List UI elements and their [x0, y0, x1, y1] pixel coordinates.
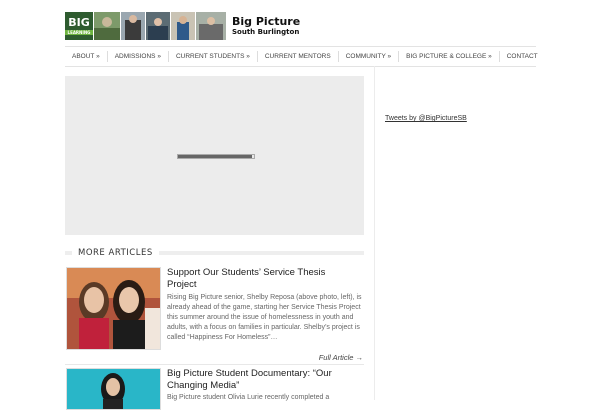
- article-thumbnail[interactable]: [66, 368, 161, 410]
- slider-loading-fill: [178, 155, 252, 158]
- header-photo-strip: [93, 12, 226, 40]
- featured-slider[interactable]: [65, 76, 364, 235]
- article-photo: [67, 268, 160, 349]
- article-photo: [67, 369, 160, 409]
- nav-item-big-picture-college[interactable]: BIG PICTURE & COLLEGE »: [399, 51, 500, 62]
- slider-loading-bar: [177, 154, 255, 159]
- logo-sub: LEARNING: [65, 30, 93, 35]
- site-header: BIG LEARNING Big Picture South Burlingto…: [65, 12, 300, 40]
- nav-item-admissions[interactable]: ADMISSIONS »: [108, 51, 169, 62]
- big-logo[interactable]: BIG LEARNING: [65, 12, 93, 40]
- article-excerpt: Big Picture student Olivia Lurie recentl…: [167, 394, 330, 401]
- site-title: Big Picture: [232, 15, 301, 28]
- site-subtitle: South Burlington: [232, 28, 300, 36]
- nav-item-current-students[interactable]: CURRENT STUDENTS »: [169, 51, 258, 62]
- nav-item-current-mentors[interactable]: CURRENT MENTORS: [258, 51, 339, 62]
- nav-item-contact[interactable]: CONTACT: [500, 51, 545, 62]
- site-brand[interactable]: Big Picture South Burlington: [232, 15, 300, 37]
- more-articles-heading: MORE ARTICLES: [65, 247, 364, 259]
- header-photo-1: [94, 12, 120, 40]
- main-nav: ABOUT » ADMISSIONS » CURRENT STUDENTS » …: [65, 46, 538, 67]
- article-divider: [65, 364, 364, 365]
- nav-item-community[interactable]: COMMUNITY »: [339, 51, 400, 62]
- heading-rule-right: [158, 251, 364, 255]
- article-thumbnail[interactable]: [66, 267, 161, 350]
- full-article-link[interactable]: Full Article →: [319, 353, 363, 362]
- heading-rule-left: [65, 251, 72, 255]
- article-title[interactable]: Support Our Students’ Service Thesis Pro…: [167, 267, 357, 291]
- nav-item-about[interactable]: ABOUT »: [65, 51, 108, 62]
- article-excerpt: Rising Big Picture senior, Shelby Reposa…: [167, 294, 362, 341]
- header-photo-2: [121, 12, 145, 40]
- logo-word: BIG: [68, 16, 90, 29]
- article-title[interactable]: Big Picture Student Documentary: “Our Ch…: [167, 368, 357, 392]
- header-photo-5: [196, 12, 226, 40]
- header-photo-4: [171, 12, 195, 40]
- column-divider: [374, 66, 375, 400]
- header-photo-3: [146, 12, 170, 40]
- tweets-link[interactable]: Tweets by @BigPictureSB: [385, 115, 467, 122]
- more-articles-title: MORE ARTICLES: [78, 248, 153, 258]
